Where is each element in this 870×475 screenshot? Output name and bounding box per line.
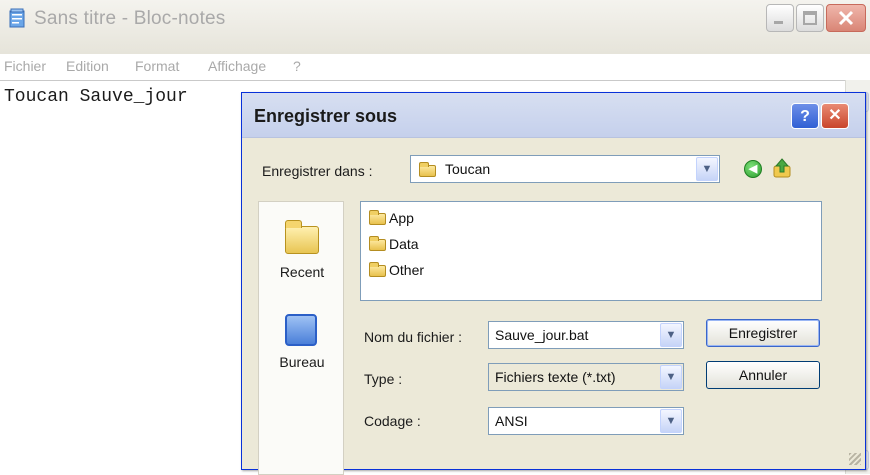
document-text: Toucan Sauve_jour bbox=[4, 87, 188, 107]
minimize-icon bbox=[774, 21, 783, 24]
notepad-icon bbox=[9, 8, 25, 28]
dialog-close-button[interactable]: ✕ bbox=[821, 103, 849, 129]
save-as-dialog: Enregistrer sous ? ✕ Enregistrer dans : … bbox=[241, 92, 866, 475]
chevron-down-icon[interactable]: ▼ bbox=[660, 409, 682, 433]
save-in-value: Toucan bbox=[445, 161, 491, 177]
encoding-value: ANSI bbox=[495, 413, 528, 429]
places-bar: Recent Bureau bbox=[258, 201, 344, 475]
chevron-down-icon[interactable]: ▼ bbox=[696, 157, 718, 181]
menu-edition[interactable]: Edition bbox=[66, 58, 109, 74]
folder-icon bbox=[369, 262, 386, 277]
window-title: Sans titre - Bloc-notes bbox=[34, 8, 226, 29]
chevron-down-icon[interactable]: ▼ bbox=[660, 323, 682, 347]
place-bureau-label: Bureau bbox=[279, 354, 325, 370]
resize-grip[interactable] bbox=[849, 453, 861, 465]
save-button[interactable]: Enregistrer bbox=[706, 319, 820, 347]
close-icon: ✕ bbox=[828, 107, 842, 124]
menu-format[interactable]: Format bbox=[135, 58, 179, 74]
filename-value: Sauve_jour.bat bbox=[495, 327, 589, 343]
dialog-title: Enregistrer sous bbox=[254, 106, 398, 126]
help-button[interactable]: ? bbox=[791, 103, 819, 129]
folder-icon bbox=[369, 236, 386, 251]
minimize-button[interactable] bbox=[766, 4, 794, 32]
type-select[interactable]: Fichiers texte (*.txt) ▼ bbox=[488, 363, 684, 391]
desktop-icon bbox=[285, 314, 317, 346]
filename-label: Nom du fichier : bbox=[364, 329, 463, 345]
close-icon bbox=[838, 10, 854, 26]
maximize-icon bbox=[803, 11, 817, 25]
encoding-select[interactable]: ANSI ▼ bbox=[488, 407, 684, 435]
notepad-titlebar: Sans titre - Bloc-notes bbox=[0, 0, 870, 54]
type-value: Fichiers texte (*.txt) bbox=[495, 369, 616, 385]
file-list[interactable]: App Data Other bbox=[360, 201, 822, 301]
filename-field[interactable]: Sauve_jour.bat ▼ bbox=[488, 321, 684, 349]
place-recent-label: Recent bbox=[279, 264, 325, 280]
recent-folder-icon bbox=[285, 220, 319, 254]
menu-help[interactable]: ? bbox=[293, 58, 301, 74]
save-in-label: Enregistrer dans : bbox=[262, 163, 373, 179]
cancel-button[interactable]: Annuler bbox=[706, 361, 820, 389]
folder-icon bbox=[369, 210, 386, 225]
up-folder-icon[interactable] bbox=[771, 157, 793, 179]
folder-icon bbox=[419, 162, 436, 177]
menu-fichier[interactable]: Fichier bbox=[4, 58, 46, 74]
help-icon: ? bbox=[800, 108, 810, 125]
chevron-down-icon[interactable]: ▼ bbox=[660, 365, 682, 389]
menu-affichage[interactable]: Affichage bbox=[208, 58, 266, 74]
maximize-button[interactable] bbox=[796, 4, 824, 32]
dialog-titlebar: Enregistrer sous ? ✕ bbox=[242, 93, 865, 138]
close-button[interactable] bbox=[826, 4, 866, 32]
save-in-combo[interactable]: Toucan ▼ bbox=[410, 155, 720, 183]
back-icon[interactable]: ◀ bbox=[744, 160, 762, 178]
menu-bar: Fichier Edition Format Affichage ? bbox=[0, 54, 870, 80]
encoding-label: Codage : bbox=[364, 413, 421, 429]
type-label: Type : bbox=[364, 371, 403, 387]
